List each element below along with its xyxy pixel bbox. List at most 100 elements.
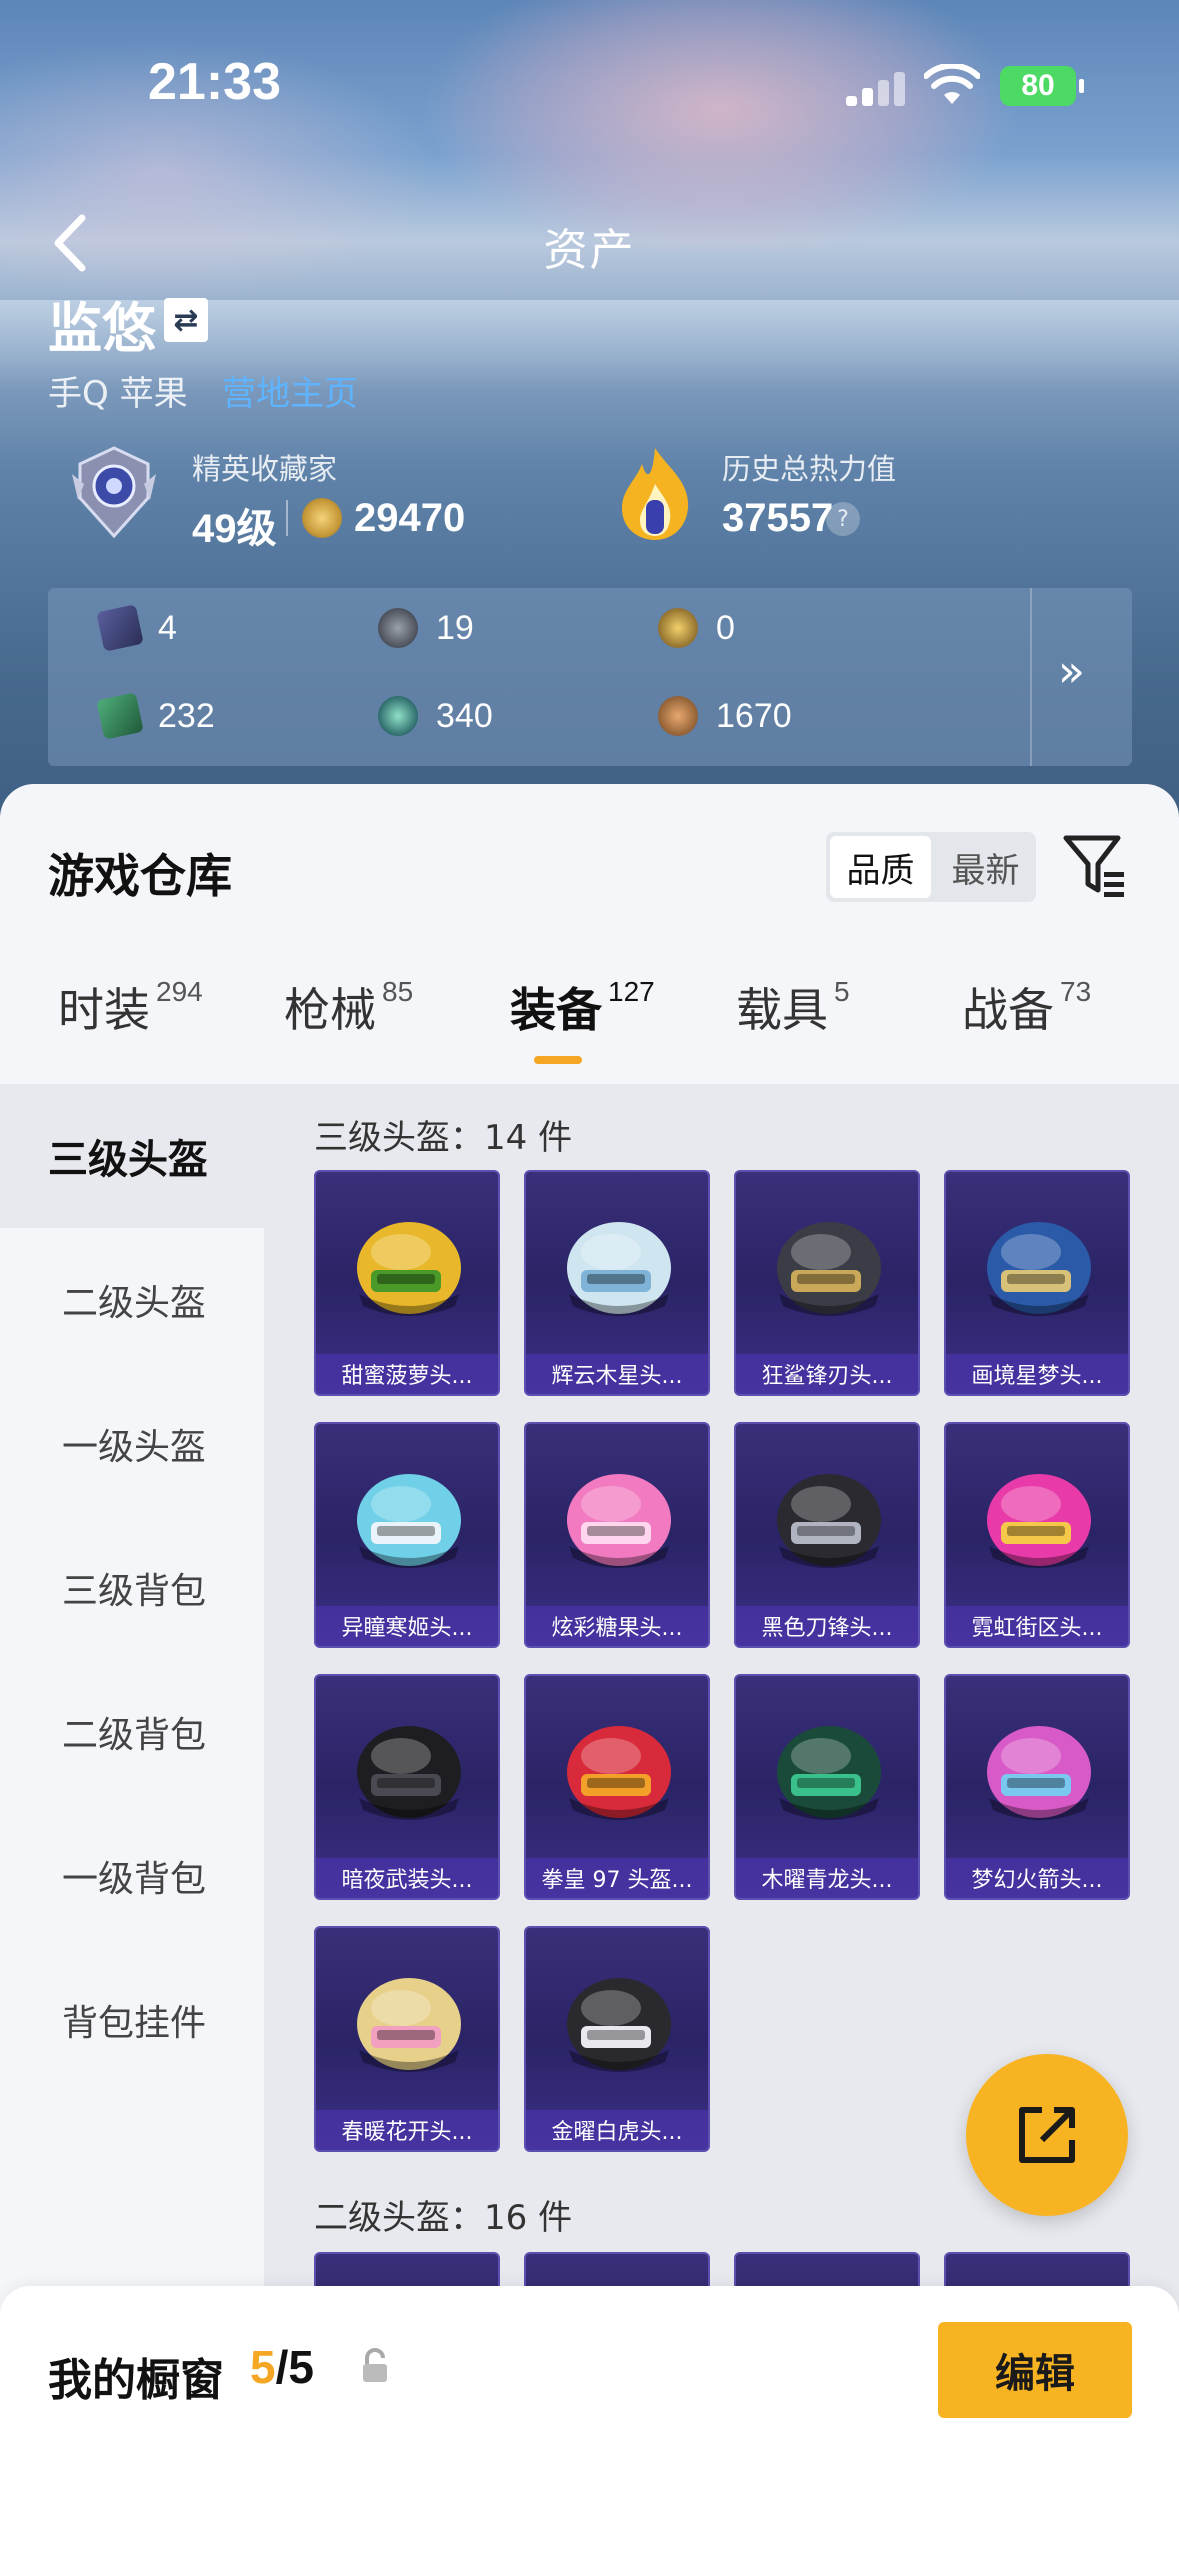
item-card[interactable]: 木曜青龙头...	[734, 1674, 920, 1900]
showcase-label: 我的橱窗	[48, 2355, 224, 2406]
sort-toggle: 品质 最新	[826, 832, 1036, 902]
helmet-icon	[357, 1726, 461, 1820]
share-icon	[1019, 2107, 1075, 2163]
tab-count: 127	[608, 976, 655, 1007]
showcase-count: 5/5	[250, 2340, 314, 2394]
collector-coin-icon	[302, 498, 342, 538]
tab-count: 73	[1060, 976, 1092, 1007]
item-card[interactable]: 辉云木星头...	[524, 1170, 710, 1396]
item-card[interactable]: 甜蜜菠萝头...	[314, 1170, 500, 1396]
helmet-icon	[567, 1474, 671, 1568]
currency-value: 4	[158, 608, 177, 647]
item-name: 暗夜武装头...	[316, 1858, 498, 1898]
sidebar-item-lv1-backpack[interactable]: 一级背包	[0, 1804, 264, 1948]
edit-button[interactable]: 编辑	[938, 2322, 1132, 2418]
sidebar-item-lv1-helmet[interactable]: 一级头盔	[0, 1372, 264, 1516]
share-button[interactable]	[966, 2054, 1128, 2216]
lock-icon	[363, 2348, 387, 2382]
page-title: 资产	[543, 225, 636, 276]
help-icon[interactable]: ?	[826, 502, 860, 536]
category-tabs: 时装 294 枪械 85 装备 127 载具 5 战备 73	[0, 974, 1179, 1084]
heat-value: 37557	[722, 496, 834, 540]
item-card[interactable]: 异瞳寒姬头...	[314, 1422, 500, 1648]
helmet-icon	[357, 1978, 461, 2072]
player-name: 监悠	[48, 297, 156, 360]
currency-item: 0	[658, 608, 735, 648]
item-name: 木曜青龙头...	[736, 1858, 918, 1898]
collector-level: 49级	[192, 507, 277, 551]
tab-count: 85	[382, 976, 414, 1007]
sidebar-item-backpack-charm[interactable]: 背包挂件	[0, 1948, 264, 2092]
gold-coin-icon	[658, 608, 698, 648]
warehouse-title: 游戏仓库	[48, 849, 232, 903]
active-tab-indicator	[534, 1056, 582, 1064]
item-card[interactable]: 霓虹街区头...	[944, 1422, 1130, 1648]
tab-fashion[interactable]: 时装 294	[58, 974, 203, 1040]
collector-coins: 29470	[354, 496, 466, 540]
item-name: 狂鲨锋刃头...	[736, 1354, 918, 1394]
currency-item: 4	[96, 604, 177, 652]
helmet-icon	[777, 1726, 881, 1820]
helmet-icon	[777, 1474, 881, 1568]
card-icon	[96, 604, 144, 652]
item-card[interactable]: 梦幻火箭头...	[944, 1674, 1130, 1900]
item-card[interactable]: 黑色刀锋头...	[734, 1422, 920, 1648]
helmet-icon	[777, 1222, 881, 1316]
item-card[interactable]: 狂鲨锋刃头...	[734, 1170, 920, 1396]
currency-item: 340	[378, 696, 493, 736]
tab-supplies[interactable]: 战备 73	[962, 974, 1091, 1040]
item-name: 春暖花开头...	[316, 2110, 498, 2150]
tab-label: 战备	[962, 983, 1054, 1037]
item-card[interactable]: 暗夜武装头...	[314, 1674, 500, 1900]
item-name: 异瞳寒姬头...	[316, 1606, 498, 1646]
collector-badge-icon	[72, 446, 156, 539]
item-name: 辉云木星头...	[526, 1354, 708, 1394]
item-card[interactable]: 炫彩糖果头...	[524, 1422, 710, 1648]
wifi-icon	[924, 64, 980, 104]
nav-bar: 资产	[0, 200, 1179, 290]
cellular-signal-icon	[846, 70, 906, 106]
green-card-icon	[96, 692, 144, 740]
item-name: 炫彩糖果头...	[526, 1606, 708, 1646]
expand-chevron-icon[interactable]: »	[1058, 646, 1085, 697]
item-card[interactable]: 金曜白虎头...	[524, 1926, 710, 2152]
tab-vehicles[interactable]: 载具 5	[736, 974, 850, 1040]
sort-latest-option[interactable]: 最新	[935, 832, 1036, 902]
showcase-used: 5	[250, 2341, 276, 2393]
platform-label: 手Q 苹果	[48, 374, 188, 414]
tab-equipment[interactable]: 装备 127	[510, 974, 655, 1040]
helmet-icon	[357, 1222, 461, 1316]
currency-value: 340	[436, 696, 493, 735]
status-time: 21:33	[148, 53, 281, 111]
currency-panel: 4 19 0 232 340 1670 »	[48, 588, 1132, 766]
tab-label: 载具	[736, 983, 828, 1037]
helmet-icon	[987, 1726, 1091, 1820]
sidebar-item-lv3-backpack[interactable]: 三级背包	[0, 1516, 264, 1660]
item-card[interactable]: 春暖花开头...	[314, 1926, 500, 2152]
tab-guns[interactable]: 枪械 85	[284, 974, 413, 1040]
battery-indicator: 80	[1000, 66, 1084, 106]
sidebar-item-lv2-helmet[interactable]: 二级头盔	[0, 1228, 264, 1372]
s-coin-icon	[378, 608, 418, 648]
filter-icon[interactable]	[1060, 830, 1130, 900]
collector-label: 精英收藏家	[192, 452, 338, 486]
heat-flame-icon	[622, 448, 689, 540]
helmet-icon	[567, 1222, 671, 1316]
currency-value: 19	[436, 608, 474, 647]
switch-account-icon[interactable]: ⇄	[164, 298, 208, 342]
currency-value: 232	[158, 696, 215, 735]
showcase-bar: 我的橱窗 5/5 编辑	[0, 2286, 1179, 2556]
item-card[interactable]: 画境星梦头...	[944, 1170, 1130, 1396]
panel-divider	[1030, 588, 1032, 766]
item-name: 梦幻火箭头...	[946, 1858, 1128, 1898]
tab-count: 5	[834, 976, 850, 1007]
hero-header: 21:33 80 资产 监悠 ⇄ 手Q 苹果 营地主页 精英收藏家 49级 29…	[0, 0, 1179, 860]
currency-item: 19	[378, 608, 474, 648]
sidebar-item-lv3-helmet[interactable]: 三级头盔	[0, 1084, 264, 1228]
stat-divider	[286, 500, 288, 536]
item-card[interactable]: 拳皇 97 头盔...	[524, 1674, 710, 1900]
camp-homepage-link[interactable]: 营地主页	[222, 366, 358, 415]
sort-quality-option[interactable]: 品质	[830, 836, 931, 898]
item-name: 金曜白虎头...	[526, 2110, 708, 2150]
sidebar-item-lv2-backpack[interactable]: 二级背包	[0, 1660, 264, 1804]
